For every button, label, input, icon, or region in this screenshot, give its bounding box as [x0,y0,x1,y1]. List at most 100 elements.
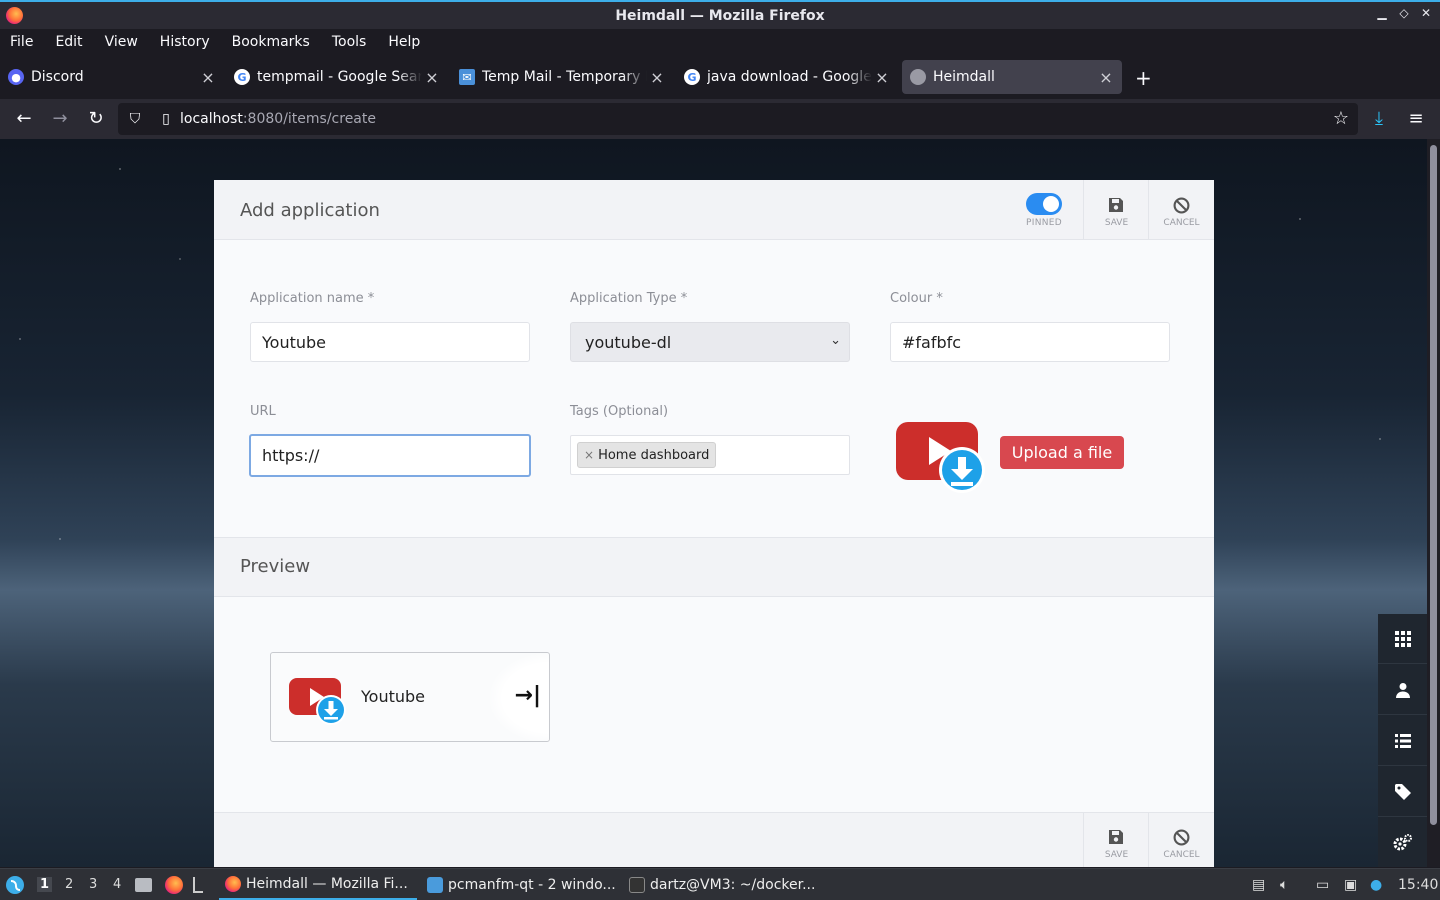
tab-label: Heimdall [933,69,995,85]
sidebar-tags-button[interactable] [1378,767,1427,817]
cancel-label: CANCEL [1163,850,1200,860]
menu-bookmarks[interactable]: Bookmarks [232,34,310,50]
firefox-logo-icon [6,7,23,24]
workspace-3[interactable]: 3 [89,877,97,892]
mail-icon: ✉ [459,69,475,85]
menu-view[interactable]: View [105,34,138,50]
task-label: dartz@VM3: ~/docker... [650,876,816,893]
tile-open-link[interactable]: →| [489,653,549,741]
window-title: Heimdall — Mozilla Firefox [615,7,825,24]
tab-discord[interactable]: ● Discord × [0,60,224,94]
menu-file[interactable]: File [10,34,33,50]
tab-tempmail-search[interactable]: G tempmail - Google Search × [226,60,448,94]
upload-file-button[interactable]: Upload a file [1000,436,1124,469]
heimdall-icon [910,69,926,85]
folder-icon [427,876,443,893]
colour-input[interactable]: #fafbfc [890,322,1170,362]
maximize-button[interactable]: ◇ [1398,6,1410,20]
workspace-2[interactable]: 2 [65,877,73,892]
task-firefox[interactable]: Heimdall — Mozilla Fi... [219,869,417,900]
remove-tag-icon[interactable]: × [584,448,594,462]
bookmark-star-icon[interactable]: ☆ [1329,107,1353,131]
sidebar-settings-button[interactable] [1378,818,1427,867]
pinned-label: PINNED [1026,218,1062,228]
shield-icon[interactable]: ⛉ [118,111,152,127]
menu-edit[interactable]: Edit [55,34,82,50]
app-name-label: Application name * [250,291,375,306]
close-tab-icon[interactable]: × [1096,68,1116,87]
cancel-icon [1173,829,1190,846]
preview-header: Preview [214,537,1214,597]
url-bar[interactable]: ⛉ ▯ localhost:8080/items/create [118,103,1358,135]
list-icon [1394,733,1411,748]
url-input[interactable]: https:// [249,434,531,477]
tab-label: Discord [31,69,84,85]
reload-button[interactable]: ↻ [84,107,108,131]
preview-title: Preview [240,556,311,577]
network-tray-icon[interactable]: ▣ [1344,877,1357,893]
menu-help[interactable]: Help [388,34,420,50]
save-icon [1109,830,1123,844]
menu-history[interactable]: History [160,34,210,50]
new-tab-button[interactable]: + [1135,66,1152,90]
task-terminal[interactable]: dartz@VM3: ~/docker... [623,869,821,900]
update-tray-icon[interactable]: ● [1370,877,1382,893]
menu-hamburger-icon[interactable]: ≡ [1404,107,1428,131]
footer-cancel-button[interactable]: CANCEL [1148,813,1213,867]
scrollbar-thumb[interactable] [1430,145,1437,825]
sidebar-dashboard-button[interactable] [1378,614,1427,664]
tab-temp-mail[interactable]: ✉ Temp Mail - Temporary Email × [451,60,673,94]
footer-save-button[interactable]: SAVE [1083,813,1148,867]
close-tab-icon[interactable]: × [872,68,892,87]
notes-tray-icon[interactable]: ▭ [1316,877,1329,893]
add-application-panel: Add application PINNED SAVE CANCEL Appli… [214,180,1214,867]
navigation-bar: ← → ↻ ⛉ ▯ localhost:8080/items/create ☆ … [0,99,1440,139]
downloads-icon[interactable]: ⤓ [1367,107,1391,131]
forward-button[interactable]: → [48,107,72,131]
file-manager-launcher[interactable] [135,869,152,900]
tab-label: Temp Mail - Temporary Email [482,69,647,85]
app-preview-tile[interactable]: Youtube →| [270,652,550,742]
cancel-button[interactable]: CANCEL [1148,180,1213,240]
task-label: Heimdall — Mozilla Fi... [246,875,408,892]
terminal-launcher[interactable] [193,869,203,900]
close-tab-icon[interactable]: × [422,68,442,87]
app-type-select[interactable]: youtube-dl ⌄ [570,322,850,362]
discord-icon: ● [8,69,24,85]
close-tab-icon[interactable]: × [198,68,218,87]
close-window-button[interactable]: ✕ [1420,6,1432,20]
minimize-button[interactable]: ▁ [1376,6,1388,20]
clipboard-tray-icon[interactable]: ▤ [1252,877,1265,893]
google-icon: G [684,69,700,85]
back-button[interactable]: ← [12,107,36,131]
save-button[interactable]: SAVE [1083,180,1148,240]
volume-icon[interactable]: 🔈︎ [1280,877,1288,893]
terminal-icon [629,876,645,893]
workspace-4[interactable]: 4 [113,877,121,892]
pinned-toggle[interactable] [1026,193,1062,215]
sidebar-items-button[interactable] [1378,716,1427,766]
tags-label: Tags (Optional) [570,404,669,419]
task-file-manager[interactable]: pcmanfm-qt - 2 windo... [421,869,619,900]
cancel-icon [1173,197,1190,214]
sidebar-users-button[interactable] [1378,665,1427,715]
url-label: URL [250,404,276,419]
firefox-launcher[interactable] [165,869,183,900]
app-launcher-button[interactable] [5,869,25,900]
taskbar: 1 2 3 4 Heimdall — Mozilla Fi... pcmanfm… [0,868,1440,900]
page-scrollbar[interactable] [1427,139,1440,867]
menu-bar: File Edit View History Bookmarks Tools H… [0,29,1440,54]
tab-java-download[interactable]: G java download - Google Search × [676,60,898,94]
tags-input[interactable]: × Home dashboard [570,435,850,475]
save-label: SAVE [1104,218,1129,228]
tag-label: Home dashboard [598,447,710,463]
app-name-input[interactable]: Youtube [250,322,530,362]
arrow-right-to-bracket-icon: →| [514,683,541,708]
tab-label: tempmail - Google Search [257,69,422,85]
menu-tools[interactable]: Tools [332,34,367,50]
tab-heimdall[interactable]: Heimdall × [902,60,1122,94]
close-tab-icon[interactable]: × [647,68,667,87]
url-path: :8080/items/create [242,111,376,127]
app-type-value: youtube-dl [585,332,672,352]
workspace-1[interactable]: 1 [37,877,53,892]
